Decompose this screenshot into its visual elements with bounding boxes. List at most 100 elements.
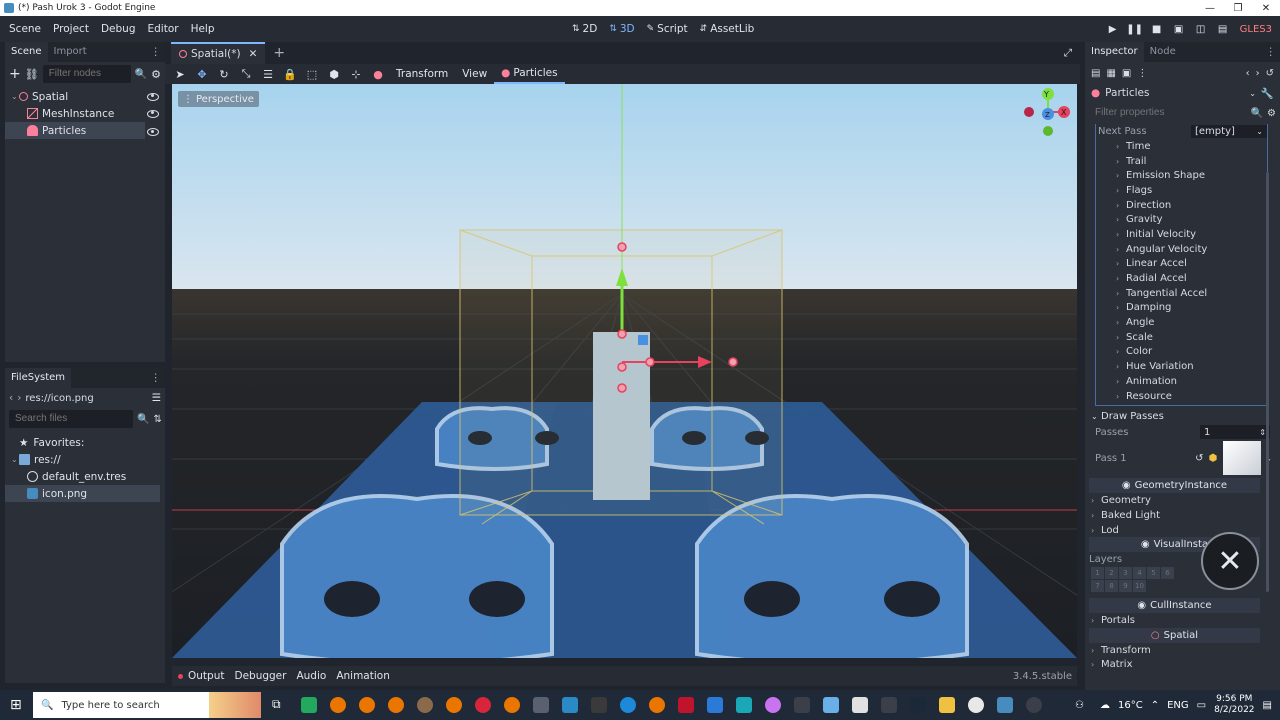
property-group-tangential-accel[interactable]: › Tangential Accel (1096, 286, 1267, 301)
play-button[interactable]: ▶ (1102, 24, 1124, 35)
3d-viewport[interactable]: Y X Z ⋮ Perspective (172, 84, 1077, 658)
draw-passes-section[interactable]: ⌄ Draw Passes (1085, 408, 1280, 424)
blender-icon[interactable] (359, 697, 375, 713)
visibility-eye-icon[interactable] (147, 92, 159, 101)
opera-icon[interactable] (475, 697, 491, 713)
new-resource-icon[interactable]: ▤ (1091, 68, 1100, 79)
group-matrix[interactable]: › Matrix (1085, 658, 1280, 673)
app-icon-5[interactable] (678, 697, 694, 713)
app-icon-8[interactable] (823, 697, 839, 713)
list-select-icon[interactable]: ☰ (257, 68, 279, 81)
blender-icon[interactable] (330, 697, 346, 713)
layer-cell[interactable]: 5 (1147, 567, 1160, 580)
layer-cell[interactable]: 7 (1091, 580, 1104, 593)
tab-output[interactable]: Output (183, 670, 229, 682)
chevron-down-icon[interactable]: ⌄ (11, 455, 19, 464)
task-view-icon[interactable]: ⧉ (272, 697, 288, 713)
distraction-free-icon[interactable]: ⤢ (1064, 47, 1072, 60)
property-group-emission-shape[interactable]: › Emission Shape (1096, 168, 1267, 183)
property-group-hue-variation[interactable]: › Hue Variation (1096, 359, 1267, 374)
workspace-script[interactable]: ✎ Script (641, 23, 694, 35)
move-tool-icon[interactable]: ✥ (191, 68, 213, 81)
app-icon-4[interactable] (562, 697, 578, 713)
visibility-eye-icon[interactable] (147, 128, 159, 136)
property-group-gravity[interactable]: › Gravity (1096, 212, 1267, 227)
group-baked-light[interactable]: › Baked Light (1085, 508, 1280, 523)
paint-icon[interactable] (765, 697, 781, 713)
dock-menu-icon[interactable]: ⋮ (151, 46, 162, 58)
instance-scene-icon[interactable]: ⛓ (25, 68, 39, 81)
play-custom-button[interactable]: ◫ (1190, 24, 1212, 35)
godot-taskbar-icon[interactable] (997, 697, 1013, 713)
path-field[interactable]: res://icon.png (25, 393, 147, 404)
taskbar-search[interactable]: 🔍 Type here to search (33, 692, 261, 718)
obs-icon[interactable] (1026, 697, 1042, 713)
tab-audio[interactable]: Audio (291, 670, 331, 682)
blender-icon[interactable] (649, 697, 665, 713)
close-window-button[interactable]: ✕ (1252, 3, 1280, 14)
clock[interactable]: 9:56 PM 8/2/2022 (1214, 694, 1254, 716)
property-group-resource[interactable]: › Resource (1096, 389, 1267, 404)
tab-scene[interactable]: Scene (5, 42, 48, 62)
layer-cell[interactable]: 1 (1091, 567, 1104, 580)
lock-icon[interactable]: 🔒 (279, 68, 301, 81)
favorites-item[interactable]: ★ Favorites: (5, 434, 165, 451)
workspace-3d[interactable]: ⇅ 3D (603, 23, 640, 35)
view-menu[interactable]: View (455, 68, 494, 80)
group-lod[interactable]: › Lod (1085, 523, 1280, 538)
add-node-button[interactable]: + (9, 66, 21, 82)
tools-icon[interactable]: 🔧 (1261, 87, 1274, 100)
blender-icon[interactable] (504, 697, 520, 713)
save-icon[interactable]: ▣ (1122, 68, 1131, 79)
edge-icon[interactable] (620, 697, 636, 713)
tab-debugger[interactable]: Debugger (229, 670, 291, 682)
layer-cell[interactable]: 8 (1105, 580, 1118, 593)
res-folder-item[interactable]: ⌄ res:// (5, 451, 165, 468)
history-forward-icon[interactable]: › (1256, 68, 1260, 79)
property-group-linear-accel[interactable]: › Linear Accel (1096, 257, 1267, 272)
app-icon-10[interactable] (968, 697, 984, 713)
tab-node[interactable]: Node (1144, 42, 1182, 62)
layer-cell[interactable]: 10 (1133, 580, 1146, 593)
tab-filesystem[interactable]: FileSystem (5, 368, 72, 388)
dock-menu-icon[interactable]: ⋮ (151, 372, 162, 384)
tree-node-particles[interactable]: Particles (5, 122, 145, 139)
layer-cell[interactable]: 4 (1133, 567, 1146, 580)
network-icon[interactable]: ▭ (1197, 700, 1206, 711)
menu-scene[interactable]: Scene (3, 23, 47, 35)
open-folder-icon[interactable]: ▦ (1106, 68, 1115, 79)
minimize-button[interactable]: — (1196, 3, 1224, 14)
camera-icon[interactable]: ● (367, 68, 389, 81)
maximize-button[interactable]: ❐ (1224, 3, 1252, 14)
group-transform[interactable]: › Transform (1085, 643, 1280, 658)
layer-cell[interactable]: 2 (1105, 567, 1118, 580)
tree-node-meshinstance[interactable]: MeshInstance (5, 105, 165, 122)
more-icon[interactable]: ⋮ (1137, 68, 1147, 79)
menu-debug[interactable]: Debug (95, 23, 142, 35)
workspace-assetlib[interactable]: ⇵ AssetLib (694, 23, 761, 35)
close-tab-icon[interactable]: ✕ (249, 48, 258, 60)
app-icon-6[interactable] (736, 697, 752, 713)
scene-tab-spatial[interactable]: Spatial(*) ✕ (171, 42, 266, 64)
pause-button[interactable]: ❚❚ (1124, 24, 1146, 35)
history-back-icon[interactable]: ‹ (1246, 68, 1250, 79)
file-item-icon-png[interactable]: icon.png (5, 485, 160, 502)
chevron-down-icon[interactable]: ⌄ (11, 92, 19, 101)
layer-cell[interactable]: 9 (1119, 580, 1132, 593)
property-group-damping[interactable]: › Damping (1096, 301, 1267, 316)
property-group-scale[interactable]: › Scale (1096, 330, 1267, 345)
menu-help[interactable]: Help (185, 23, 221, 35)
forward-icon[interactable]: › (17, 392, 21, 404)
rotate-tool-icon[interactable]: ↻ (213, 68, 235, 81)
file-item-default-env[interactable]: default_env.tres (5, 468, 165, 485)
property-group-radial-accel[interactable]: › Radial Accel (1096, 271, 1267, 286)
next-pass-field[interactable]: [empty] ⌄ (1191, 125, 1267, 138)
steam-icon[interactable] (910, 697, 926, 713)
tray-chevron-icon[interactable]: ⌃ (1151, 700, 1159, 711)
mail-icon[interactable] (707, 697, 723, 713)
particles-menu[interactable]: ● Particles (494, 64, 565, 84)
windows-start-icon[interactable]: ⊞ (10, 697, 22, 713)
epic-games-icon[interactable] (591, 697, 607, 713)
inspector-scrollbar[interactable] (1266, 172, 1269, 592)
split-mode-icon[interactable]: ☰ (152, 392, 161, 404)
